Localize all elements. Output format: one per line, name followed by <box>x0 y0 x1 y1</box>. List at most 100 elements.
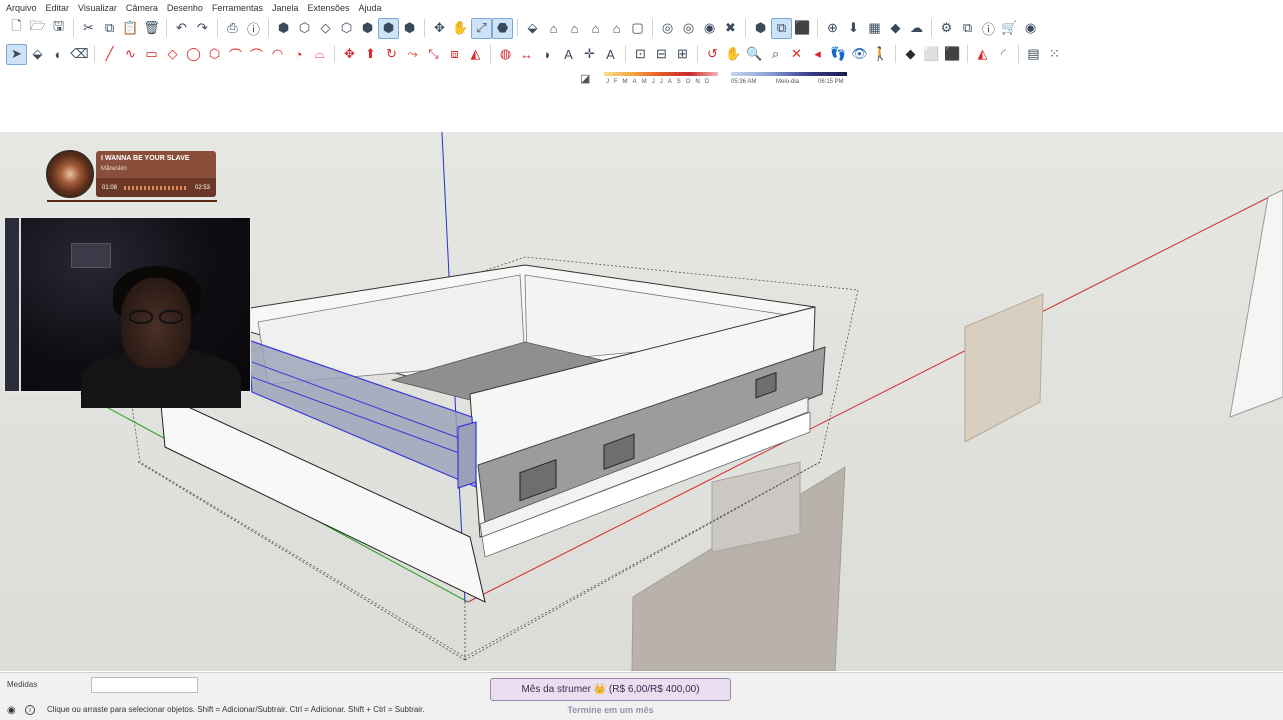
axes-icon[interactable]: ✛ <box>579 44 600 65</box>
redo-icon[interactable]: ↷ <box>192 18 213 39</box>
left-view-icon[interactable]: ▢ <box>627 18 648 39</box>
wireframe-icon[interactable]: ◇ <box>315 18 336 39</box>
arc-4-icon[interactable]: ⌓ <box>309 44 330 65</box>
zoom-extents-icon[interactable]: ⤢ <box>471 17 492 39</box>
solid-intersect-icon[interactable]: ◎ <box>678 18 699 39</box>
text-icon[interactable]: A <box>558 44 579 65</box>
open-folder-icon[interactable]: 🗁 <box>27 18 48 39</box>
protractor-icon[interactable]: ◗ <box>537 44 558 65</box>
previous-icon[interactable]: ◂ <box>807 44 828 65</box>
geolocation-icon[interactable]: ◉ <box>7 705 16 716</box>
paste-icon[interactable]: 📋 <box>120 18 141 39</box>
panel-icon[interactable]: ▤ <box>1023 44 1044 65</box>
select-arrow-icon[interactable]: ➤ <box>6 43 27 65</box>
position-camera-icon[interactable]: ⊡ <box>630 44 651 65</box>
person-icon[interactable]: 🚶 <box>870 44 891 65</box>
box-icon[interactable]: ⬜ <box>921 44 942 65</box>
section-plane-icon[interactable]: ⊟ <box>651 44 672 65</box>
undo-icon[interactable]: ↶ <box>171 18 192 39</box>
offset-icon[interactable]: ⧈ <box>444 44 465 65</box>
back-view-icon[interactable]: ⌂ <box>606 18 627 39</box>
monochrome-icon[interactable]: ⬢ <box>399 18 420 39</box>
shaded-icon[interactable]: ⬢ <box>357 18 378 39</box>
shaded-textures-icon[interactable]: ⬢ <box>378 17 399 39</box>
circle-icon[interactable]: ◯ <box>183 44 204 65</box>
solid-subtract-icon[interactable]: ◉ <box>699 18 720 39</box>
style-builder-icon[interactable]: ⬛ <box>792 18 813 39</box>
delete-icon[interactable]: 🗑 <box>141 18 162 39</box>
rotated-rect-icon[interactable]: ◇ <box>162 44 183 65</box>
top-view-icon[interactable]: ⌂ <box>543 18 564 39</box>
follow-me-icon[interactable]: ⤳ <box>402 44 423 65</box>
measurements-input[interactable] <box>91 677 198 693</box>
line-icon[interactable]: ╱ <box>99 44 120 65</box>
move-icon[interactable]: ✥ <box>339 44 360 65</box>
cut-icon[interactable]: ✂ <box>78 18 99 39</box>
tape-measure-icon[interactable]: ◍ <box>495 44 516 65</box>
3d-text-icon[interactable]: A <box>600 44 621 65</box>
arc-2-icon[interactable]: ⌒ <box>246 44 267 65</box>
layout-icon[interactable]: ⧉ <box>771 17 792 39</box>
menu-item-8[interactable]: Ajuda <box>359 3 382 13</box>
status-info-icon[interactable]: i <box>25 705 35 715</box>
pan-icon[interactable]: ✋ <box>450 18 471 39</box>
look-around-icon[interactable]: 👁 <box>849 44 870 65</box>
cart-icon[interactable]: 🛒 <box>999 18 1020 39</box>
right-view-icon[interactable]: ⌂ <box>585 18 606 39</box>
menu-item-6[interactable]: Janela <box>272 3 299 13</box>
pie-icon[interactable]: ◔ <box>288 44 309 65</box>
checker-icon[interactable]: ▦ <box>864 18 885 39</box>
make-component-icon[interactable]: ⬙ <box>27 44 48 65</box>
import-icon[interactable]: ⬇ <box>843 18 864 39</box>
flip-icon[interactable]: ◭ <box>465 44 486 65</box>
curve-icon[interactable]: ◜ <box>993 44 1014 65</box>
menu-item-1[interactable]: Editar <box>46 3 70 13</box>
arc-icon[interactable]: ⌒ <box>225 44 246 65</box>
menu-item-2[interactable]: Visualizar <box>78 3 117 13</box>
freehand-icon[interactable]: ∿ <box>120 44 141 65</box>
new-file-icon[interactable]: 🗋 <box>6 18 27 39</box>
display-section-icon[interactable]: ⊞ <box>672 44 693 65</box>
front-view-icon[interactable]: ⌂ <box>564 18 585 39</box>
pan-tool-icon[interactable]: ✋ <box>723 44 744 65</box>
zoom-extents-2-icon[interactable]: ✕ <box>786 44 807 65</box>
menu-item-3[interactable]: Câmera <box>126 3 158 13</box>
grid-icon[interactable]: ⁙ <box>1044 44 1065 65</box>
settings-icon[interactable]: ⚙ <box>936 18 957 39</box>
menu-item-0[interactable]: Arquivo <box>6 3 37 13</box>
window-icon[interactable]: ⧉ <box>957 18 978 39</box>
sandbox-icon[interactable]: ◆ <box>900 44 921 65</box>
extension-warehouse-icon[interactable]: ⬢ <box>750 18 771 39</box>
menu-item-7[interactable]: Extensões <box>308 3 350 13</box>
add-location-icon[interactable]: ⊕ <box>822 18 843 39</box>
push-pull-icon[interactable]: ⬆ <box>360 44 381 65</box>
textured-box-icon[interactable]: ⬛ <box>942 44 963 65</box>
mirror-icon[interactable]: ◭ <box>972 44 993 65</box>
menu-item-4[interactable]: Desenho <box>167 3 203 13</box>
iso-view-icon[interactable]: ⬙ <box>522 18 543 39</box>
info-icon[interactable]: ⓘ <box>978 18 999 39</box>
scale-icon[interactable]: ⤡ <box>423 44 444 65</box>
background-panel-1[interactable] <box>964 293 1044 443</box>
zoom-icon[interactable]: 🔍 <box>744 44 765 65</box>
back-edges-icon[interactable]: ⬡ <box>294 18 315 39</box>
save-icon[interactable]: 🖫 <box>48 18 69 39</box>
eraser-icon[interactable]: ⌫ <box>69 44 90 65</box>
time-slider[interactable] <box>731 72 847 76</box>
solid-trim-icon[interactable]: ✖ <box>720 18 741 39</box>
cloud-icon[interactable]: ☁ <box>906 18 927 39</box>
arc-3-icon[interactable]: ◠ <box>267 44 288 65</box>
background-panel-2[interactable] <box>1229 189 1283 418</box>
model-info-icon[interactable]: ⓘ <box>243 18 264 39</box>
orbit-tool-icon[interactable]: ↺ <box>702 44 723 65</box>
xray-view-icon[interactable]: ⬢ <box>273 18 294 39</box>
walk-icon[interactable]: 👣 <box>828 44 849 65</box>
zoom-window-icon[interactable]: ⌕ <box>765 44 786 65</box>
rectangle-icon[interactable]: ▭ <box>141 44 162 65</box>
shadow-toggle-icon[interactable]: ◪ <box>580 72 590 85</box>
dimension-icon[interactable]: ↔ <box>516 44 537 65</box>
rotate-icon[interactable]: ↻ <box>381 44 402 65</box>
solid-union-icon[interactable]: ◎ <box>657 18 678 39</box>
account-icon[interactable]: ◉ <box>1020 18 1041 39</box>
print-icon[interactable]: ⎙ <box>222 18 243 39</box>
